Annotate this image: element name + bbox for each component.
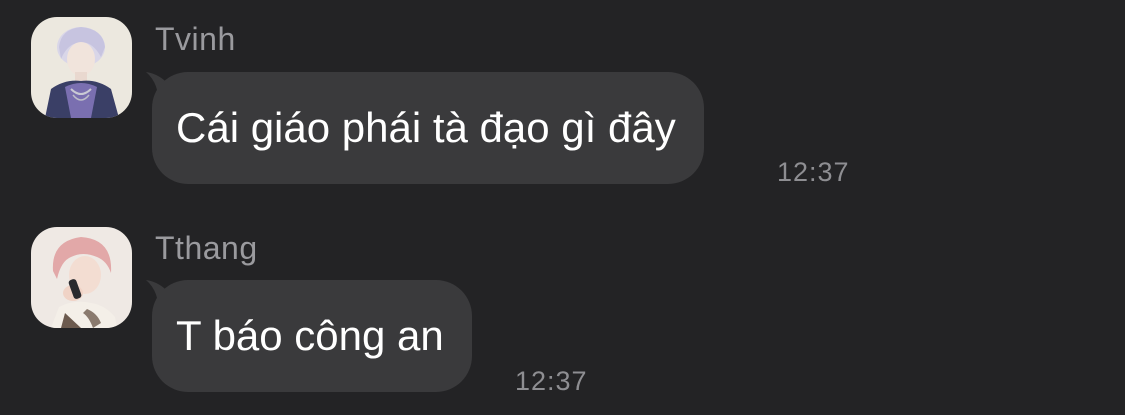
message-text: T báo công an (152, 280, 472, 392)
message-timestamp: 12:37 (777, 157, 850, 187)
message-text: Cái giáo phái tà đạo gì đây (152, 72, 704, 184)
message-bubble[interactable]: Cái giáo phái tà đạo gì đây (146, 72, 704, 184)
avatar-tthang-image (31, 227, 132, 328)
sender-name: Tvinh (155, 21, 236, 57)
message-bubble[interactable]: T báo công an (146, 280, 472, 392)
avatar-tthang[interactable] (31, 227, 132, 328)
avatar-tvinh[interactable] (31, 17, 132, 118)
sender-name: Tthang (155, 230, 258, 266)
message-timestamp: 12:37 (515, 366, 588, 396)
chat-thread: Tvinh Cái giáo phái tà đạo gì đây 12:37 (0, 0, 1125, 415)
avatar-tvinh-image (31, 17, 132, 118)
